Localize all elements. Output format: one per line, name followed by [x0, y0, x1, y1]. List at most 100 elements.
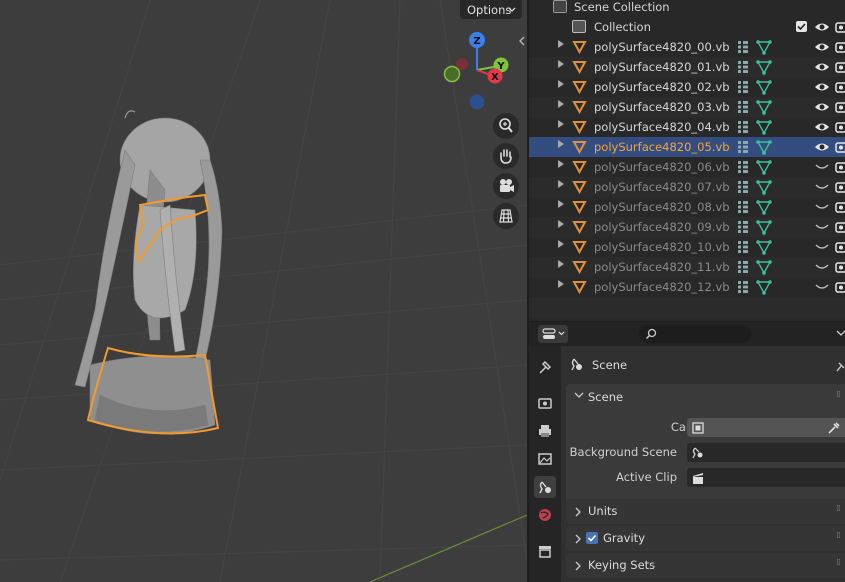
render-camera-icon[interactable] — [835, 281, 845, 296]
chevron-down-icon[interactable] — [836, 330, 845, 338]
options-dropdown[interactable]: Options — [460, 0, 522, 19]
mesh-data-icon[interactable] — [756, 139, 772, 158]
tab-scene[interactable] — [534, 476, 556, 498]
properties-panel[interactable]: Scene Scene ⁞⁞ Camera Background Scene A… — [529, 322, 845, 582]
outliner-object-row[interactable]: polySurface4820_05.vb — [529, 137, 845, 157]
expand-arrow-icon[interactable] — [558, 100, 564, 110]
render-camera-icon[interactable] — [835, 201, 845, 216]
eye-closed-icon[interactable] — [814, 161, 830, 176]
outliner-object-row[interactable]: polySurface4820_04.vb — [529, 117, 845, 137]
outliner-object-row[interactable]: polySurface4820_12.vb — [529, 277, 845, 297]
modifier-icon[interactable] — [737, 180, 749, 197]
expand-arrow-icon[interactable] — [558, 260, 564, 270]
modifier-icon[interactable] — [737, 160, 749, 177]
drag-handle-icon[interactable]: ⁞⁞ — [836, 390, 841, 400]
render-camera-icon[interactable] — [835, 61, 845, 76]
units-subpanel[interactable]: Units ⁞⁞ — [566, 499, 845, 524]
gravity-subpanel[interactable]: Gravity ⁞⁞ — [566, 526, 845, 551]
render-camera-icon[interactable] — [835, 141, 845, 156]
camera-field[interactable] — [687, 418, 845, 437]
modifier-icon[interactable] — [737, 240, 749, 257]
camera-view-button[interactable] — [493, 173, 519, 199]
modifier-icon[interactable] — [737, 40, 749, 57]
collection-include-checkbox[interactable] — [796, 21, 807, 32]
mesh-data-icon[interactable] — [756, 239, 772, 258]
tab-world[interactable] — [534, 504, 556, 526]
expand-arrow-icon[interactable] — [558, 40, 564, 50]
render-camera-icon[interactable] — [835, 241, 845, 256]
drag-handle-icon[interactable]: ⁞⁞ — [836, 558, 841, 568]
mesh-data-icon[interactable] — [756, 199, 772, 218]
render-camera-icon[interactable] — [835, 181, 845, 196]
eye-icon[interactable] — [814, 41, 830, 56]
mesh-data-icon[interactable] — [756, 279, 772, 298]
gravity-checkbox[interactable] — [586, 532, 598, 544]
properties-search-field[interactable] — [639, 325, 751, 343]
mesh-data-icon[interactable] — [756, 119, 772, 138]
eye-icon[interactable] — [814, 21, 830, 36]
background-scene-field[interactable] — [687, 443, 845, 462]
active-clip-field[interactable] — [687, 468, 845, 487]
chevron-down-icon[interactable] — [574, 392, 584, 400]
eye-closed-icon[interactable] — [814, 181, 830, 196]
outliner-object-row[interactable]: polySurface4820_03.vb — [529, 97, 845, 117]
modifier-icon[interactable] — [737, 140, 749, 157]
modifier-icon[interactable] — [737, 280, 749, 297]
expand-arrow-icon[interactable] — [558, 240, 564, 250]
pin-icon[interactable] — [835, 360, 845, 372]
render-camera-icon[interactable] — [835, 21, 845, 36]
expand-arrow-icon[interactable] — [558, 80, 564, 90]
scene-collection-row[interactable]: Scene Collection — [529, 0, 845, 17]
expand-arrow-icon[interactable] — [558, 120, 564, 130]
mesh-data-icon[interactable] — [756, 79, 772, 98]
pan-button[interactable] — [493, 143, 519, 169]
render-camera-icon[interactable] — [835, 121, 845, 136]
render-camera-icon[interactable] — [835, 101, 845, 116]
eye-icon[interactable] — [814, 141, 830, 156]
editor-type-button[interactable] — [538, 325, 568, 343]
mesh-data-icon[interactable] — [756, 179, 772, 198]
expand-arrow-icon[interactable] — [558, 140, 564, 150]
render-camera-icon[interactable] — [835, 81, 845, 96]
drag-handle-icon[interactable]: ⁞⁞ — [836, 531, 841, 541]
eyedropper-icon[interactable] — [827, 421, 841, 435]
eye-closed-icon[interactable] — [814, 281, 830, 296]
eye-icon[interactable] — [814, 81, 830, 96]
expand-arrow-icon[interactable] — [558, 280, 564, 290]
render-camera-icon[interactable] — [835, 261, 845, 276]
keying-sets-subpanel[interactable]: Keying Sets ⁞⁞ — [566, 553, 845, 578]
3d-viewport[interactable]: Options Z Y X — [0, 0, 527, 582]
tab-collection[interactable] — [534, 540, 556, 562]
tab-render[interactable] — [534, 392, 556, 414]
eye-icon[interactable] — [814, 61, 830, 76]
render-camera-icon[interactable] — [835, 41, 845, 56]
modifier-icon[interactable] — [737, 120, 749, 137]
mesh-data-icon[interactable] — [756, 99, 772, 118]
outliner-panel[interactable]: Scene Collection Collection polySurface4… — [529, 0, 845, 321]
render-camera-icon[interactable] — [835, 221, 845, 236]
expand-arrow-icon[interactable] — [558, 180, 564, 190]
zoom-button[interactable] — [493, 113, 519, 139]
expand-arrow-icon[interactable] — [558, 160, 564, 170]
eye-closed-icon[interactable] — [814, 241, 830, 256]
eye-closed-icon[interactable] — [814, 201, 830, 216]
eye-icon[interactable] — [814, 121, 830, 136]
perspective-toggle-button[interactable] — [493, 203, 519, 229]
outliner-object-row[interactable]: polySurface4820_07.vb — [529, 177, 845, 197]
modifier-icon[interactable] — [737, 200, 749, 217]
eye-closed-icon[interactable] — [814, 261, 830, 276]
mesh-data-icon[interactable] — [756, 259, 772, 278]
outliner-object-row[interactable]: polySurface4820_06.vb — [529, 157, 845, 177]
render-camera-icon[interactable] — [835, 161, 845, 176]
tab-output[interactable] — [534, 420, 556, 442]
navigation-gizmo[interactable]: Z Y X — [438, 28, 518, 113]
eye-icon[interactable] — [814, 101, 830, 116]
outliner-object-row[interactable]: polySurface4820_01.vb — [529, 57, 845, 77]
tab-view-layer[interactable] — [534, 448, 556, 470]
outliner-object-row[interactable]: polySurface4820_08.vb — [529, 197, 845, 217]
tab-tool[interactable] — [534, 356, 556, 378]
mesh-data-icon[interactable] — [756, 59, 772, 78]
collection-row[interactable]: Collection — [529, 17, 845, 37]
modifier-icon[interactable] — [737, 260, 749, 277]
mesh-data-icon[interactable] — [756, 219, 772, 238]
